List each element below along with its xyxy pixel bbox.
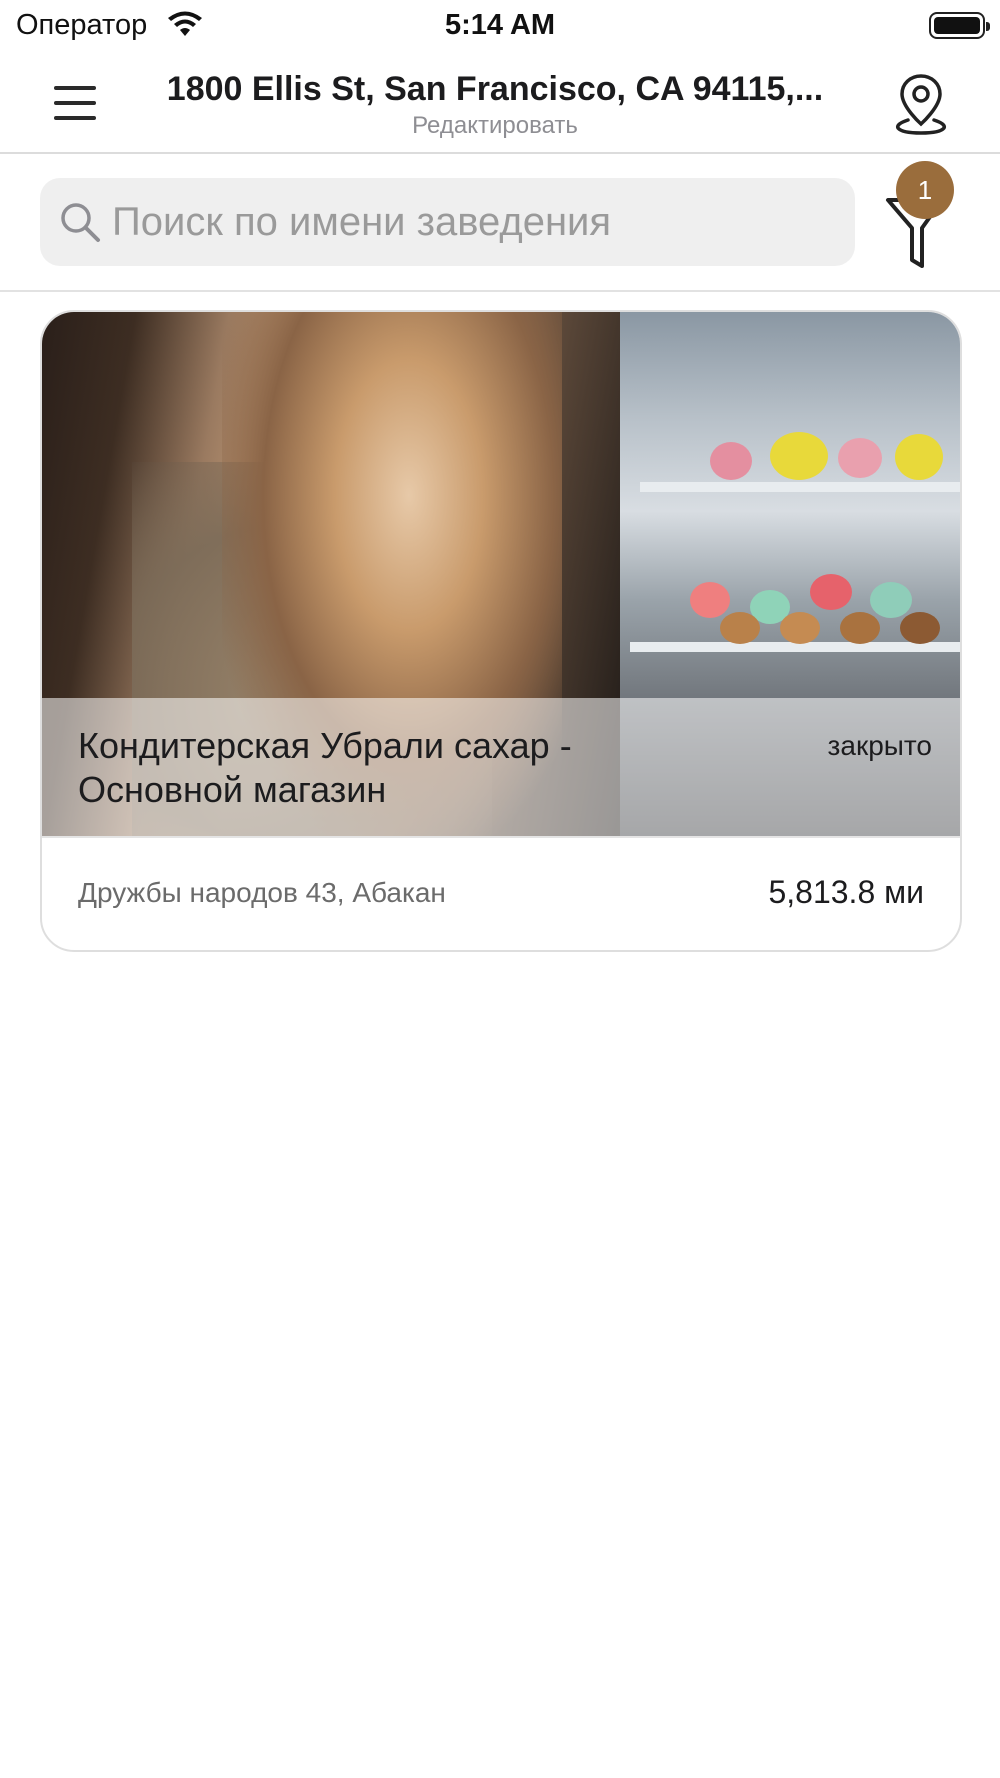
place-distance: 5,813.8 ми — [768, 874, 924, 910]
place-address: Дружбы народов 43, Абакан — [78, 877, 446, 908]
search-input[interactable] — [112, 178, 832, 266]
hamburger-menu-icon[interactable] — [46, 78, 104, 128]
search-field[interactable] — [40, 178, 855, 266]
battery-icon — [929, 12, 990, 39]
status-time: 5:14 AM — [444, 9, 556, 41]
navigation-bar: 1800 Ellis St, San Francisco, CA 94115,.… — [0, 52, 1000, 154]
delivery-address-title[interactable]: 1800 Ellis St, San Francisco, CA 94115,.… — [150, 70, 840, 109]
map-pin-icon[interactable] — [890, 70, 952, 136]
place-card[interactable]: Кондитерская Убрали сахар - Основной маг… — [40, 310, 962, 952]
edit-address-link[interactable]: Редактировать — [150, 112, 840, 140]
status-bar: Оператор 5:14 AM — [0, 0, 1000, 52]
filter-count-badge: 1 — [896, 161, 954, 219]
place-status: закрыто — [827, 730, 932, 761]
place-name: Кондитерская Убрали сахар - Основной маг… — [78, 725, 572, 810]
search-icon — [61, 203, 100, 242]
search-row: 1 — [0, 156, 1000, 292]
card-divider — [42, 836, 960, 838]
